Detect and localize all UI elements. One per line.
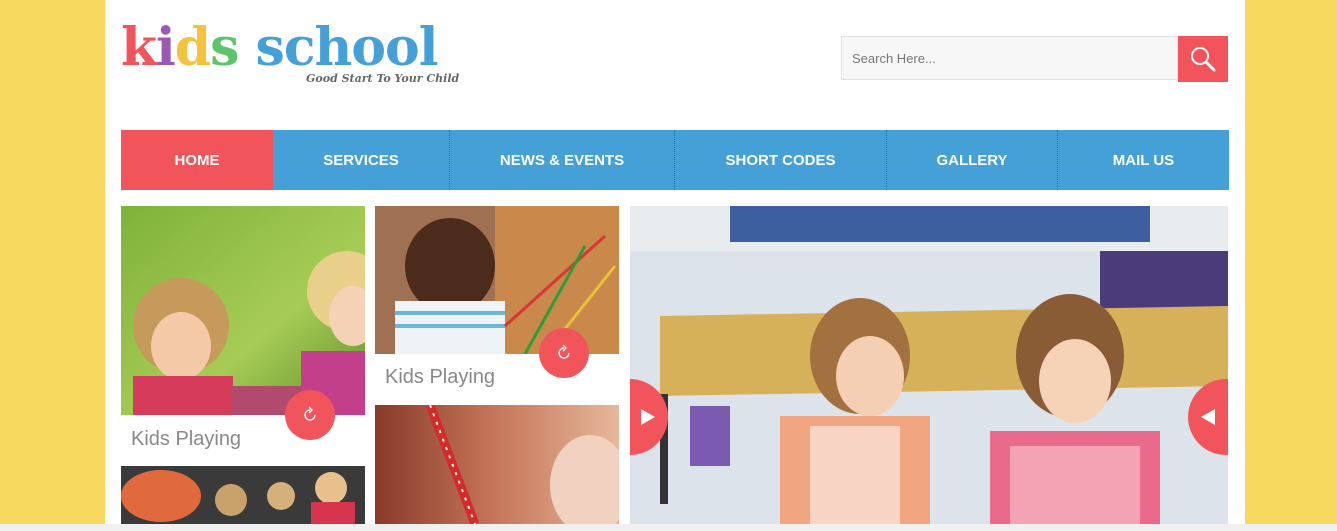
nav-item-gallery[interactable]: GALLERY xyxy=(887,130,1058,190)
refresh-icon xyxy=(304,406,316,421)
search-input[interactable] xyxy=(842,37,1177,79)
pencil-photo xyxy=(375,405,619,524)
nav-item-home[interactable]: HOME xyxy=(121,130,273,190)
tile-refresh-button[interactable] xyxy=(539,328,589,378)
logo-letter: i xyxy=(156,17,176,78)
logo-letter: c xyxy=(283,17,316,78)
page-container: kids school Good Start To Your Child HOM… xyxy=(105,0,1245,531)
nav-item-services[interactable]: SERVICES xyxy=(273,130,450,190)
nav-item-news-events[interactable]: NEWS & EVENTS xyxy=(450,130,675,190)
refresh-icon xyxy=(558,344,570,359)
search-icon xyxy=(1191,47,1216,72)
tile-caption: Kids Playing xyxy=(131,428,242,450)
search-button[interactable] xyxy=(1178,36,1228,82)
logo-letter: o xyxy=(385,17,420,78)
logo-tagline: Good Start To Your Child xyxy=(306,72,460,85)
logo-letter: k xyxy=(121,17,157,78)
logo-letter: l xyxy=(418,17,439,78)
site-logo[interactable]: kids school Good Start To Your Child xyxy=(121,17,459,88)
gallery-tile[interactable]: Kids Playing xyxy=(121,206,365,456)
hero-slider[interactable] xyxy=(630,206,1228,524)
kids-group-photo xyxy=(121,466,365,524)
logo-letter: s xyxy=(255,17,285,78)
bottom-scroll-strip xyxy=(0,524,1337,531)
nav-item-mail-us[interactable]: MAIL US xyxy=(1058,130,1229,190)
tile-caption: Kids Playing xyxy=(385,366,496,388)
gallery-tile[interactable] xyxy=(121,466,365,524)
logo-letter: s xyxy=(210,17,239,78)
gallery-tile[interactable] xyxy=(375,405,619,524)
logo-letter: d xyxy=(174,17,211,78)
kids-playing-photo xyxy=(375,206,619,354)
logo-letter: h xyxy=(314,17,353,78)
play-left-icon xyxy=(1201,409,1215,425)
nav-item-short-codes[interactable]: SHORT CODES xyxy=(675,130,887,190)
kids-playing-photo xyxy=(121,206,365,415)
play-right-icon xyxy=(641,409,655,425)
main-nav: HOME SERVICES NEWS & EVENTS SHORT CODES … xyxy=(121,130,1229,190)
logo-letter xyxy=(238,18,255,78)
tile-refresh-button[interactable] xyxy=(285,390,335,440)
slider-photo xyxy=(630,206,1228,524)
logo-letter: o xyxy=(351,17,386,78)
logo-wordmark: kids school xyxy=(121,17,439,78)
search-field-wrapper xyxy=(841,36,1178,80)
gallery-tile[interactable]: Kids Playing xyxy=(375,206,619,398)
